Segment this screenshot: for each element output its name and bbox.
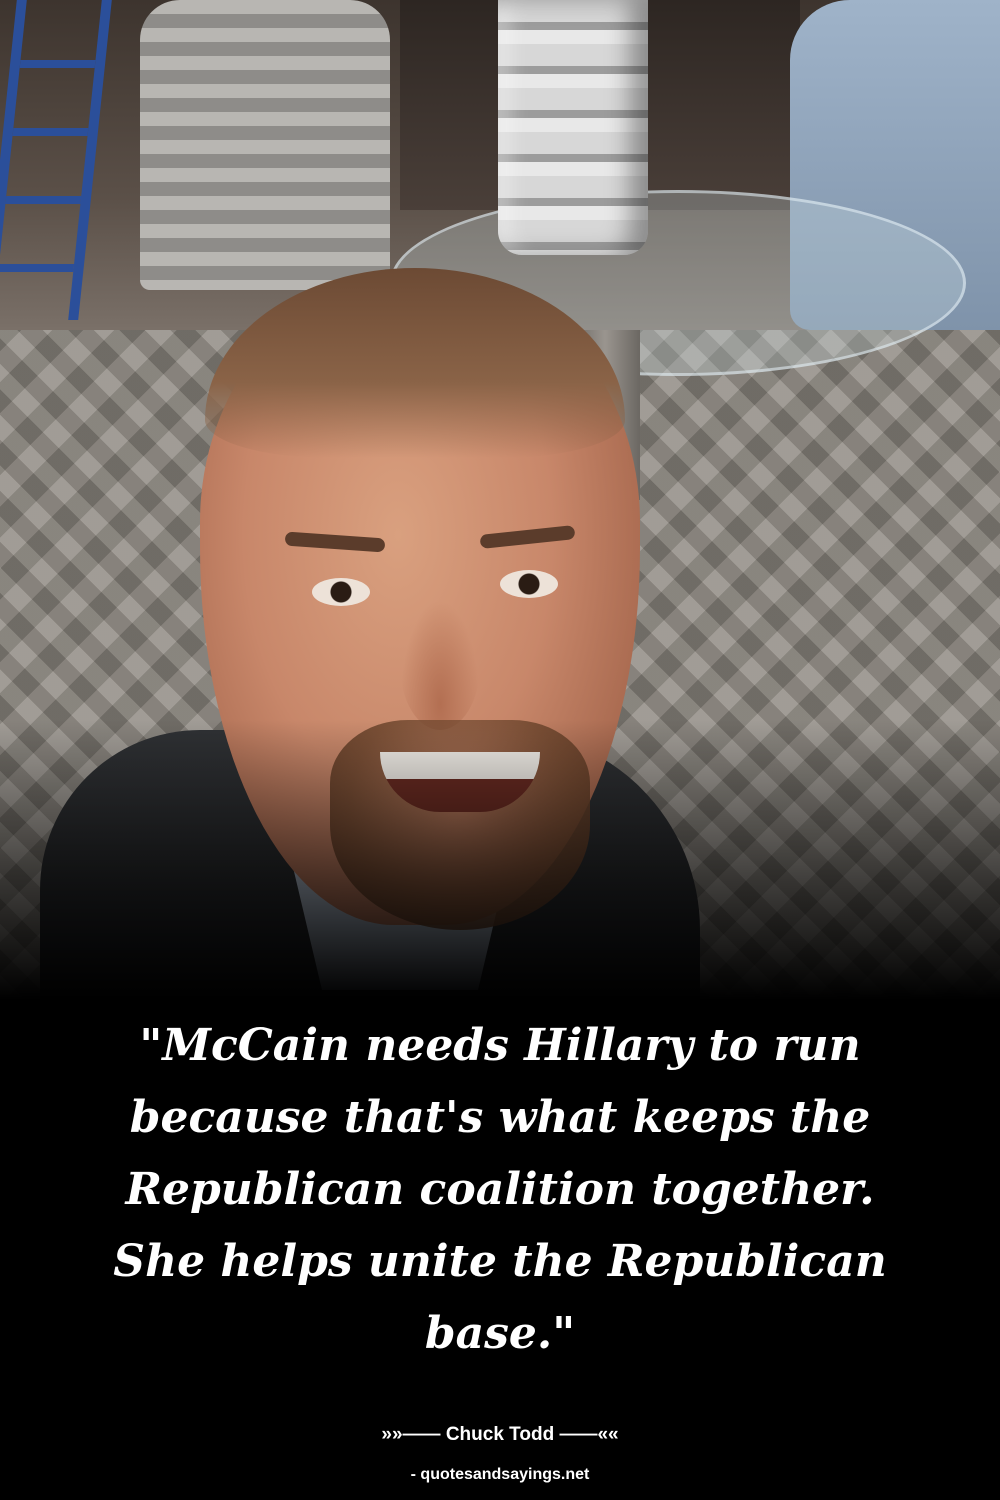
background-photo <box>0 0 1000 1000</box>
quote-source: - quotesandsayings.net <box>410 1466 590 1483</box>
quote-author: »»—— Chuck Todd ——«« <box>381 1424 619 1445</box>
quote-text: "McCain needs Hillary to run because tha… <box>113 1020 887 1359</box>
photo-bottom-fade <box>0 0 1000 1000</box>
quote-poster: "McCain needs Hillary to run because tha… <box>0 0 1000 1500</box>
